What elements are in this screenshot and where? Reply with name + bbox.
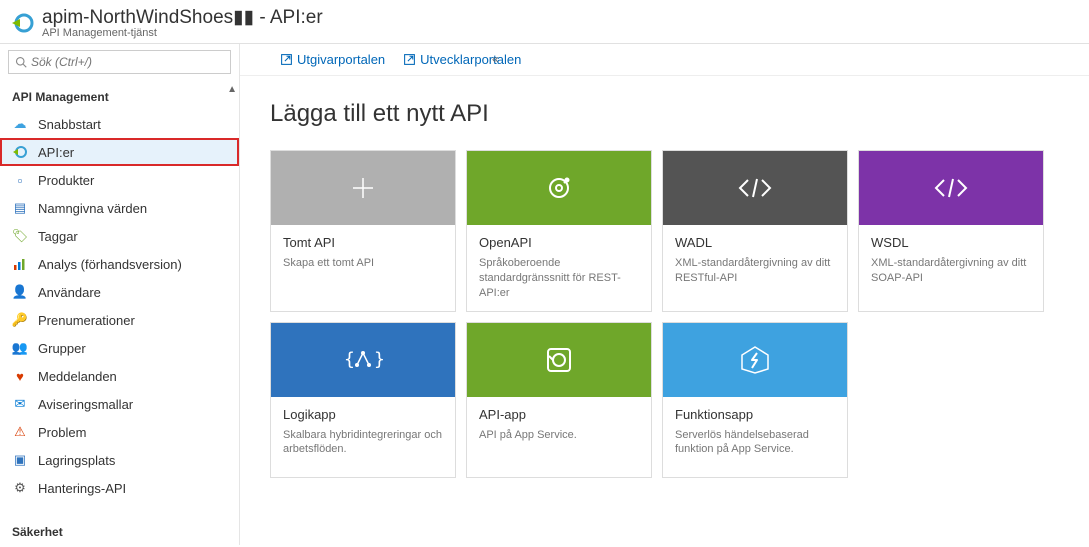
topbar: Utgivarportalen Utvecklarportalen <box>240 44 1089 76</box>
svg-text:{: { <box>344 349 355 370</box>
sidebar-item-lagringsplats[interactable]: ▣ Lagringsplats <box>0 446 239 474</box>
search-icon <box>15 56 27 68</box>
sidebar-item-label: Grupper <box>38 341 86 356</box>
toplink-label: Utvecklarportalen <box>420 52 521 67</box>
page-header-subtitle: API Management-tjänst <box>42 27 323 39</box>
sidebar-item-label: Lagringsplats <box>38 453 115 468</box>
sidebar-item-hanterings-api[interactable]: ⚙ Hanterings-API <box>0 474 239 502</box>
tile-title: WSDL <box>871 235 1031 250</box>
tag-icon: 🏷 <box>12 228 28 244</box>
tile-desc: Skalbara hybridintegreringar och arbetsf… <box>283 428 443 458</box>
function-app-icon <box>663 323 847 397</box>
tile-title: API-app <box>479 407 639 422</box>
warning-icon: ⚠ <box>12 424 28 440</box>
chart-icon <box>12 256 28 272</box>
page-header-title: apim-NorthWindShoes▮▮ - API:er <box>42 6 323 29</box>
link-utvecklarportalen[interactable]: Utvecklarportalen <box>403 52 521 67</box>
sidebar-item-label: Produkter <box>38 173 94 188</box>
sidebar: ▲ API Management ☁ Snabbstart API:er ▫ P… <box>0 44 240 545</box>
cloud-icon: ☁ <box>12 116 28 132</box>
tile-title: WADL <box>675 235 835 250</box>
sidebar-item-namngivna-varden[interactable]: ▤ Namngivna värden <box>0 194 239 222</box>
collapse-sidebar-icon[interactable]: « <box>492 52 499 66</box>
tile-api-app[interactable]: API-app API på App Service. <box>466 322 652 478</box>
sidebar-item-produkter[interactable]: ▫ Produkter <box>0 166 239 194</box>
svg-text:}: } <box>374 349 385 370</box>
sidebar-nav: ☁ Snabbstart API:er ▫ Produkter ▤ Namngi… <box>0 110 239 515</box>
scroll-up-icon[interactable]: ▲ <box>227 84 237 95</box>
sidebar-item-meddelanden[interactable]: ♥ Meddelanden <box>0 362 239 390</box>
tile-openapi[interactable]: OpenAPI Språkoberoende standardgränssnit… <box>466 150 652 312</box>
page-title: Lägga till ett nytt API <box>270 100 1059 128</box>
sidebar-item-label: Prenumerationer <box>38 313 135 328</box>
external-link-icon <box>280 53 293 66</box>
sidebar-section-api-management: API Management <box>0 80 239 110</box>
tile-tomt-api[interactable]: Tomt API Skapa ett tomt API <box>270 150 456 312</box>
heart-icon: ♥ <box>12 368 28 384</box>
tile-title: OpenAPI <box>479 235 639 250</box>
sidebar-item-label: Analys (förhandsversion) <box>38 257 182 272</box>
sidebar-item-analys[interactable]: Analys (förhandsversion) <box>0 250 239 278</box>
tile-wsdl[interactable]: WSDL XML-standardåtergivning av ditt SOA… <box>858 150 1044 312</box>
tile-title: Logikapp <box>283 407 443 422</box>
group-icon: 👥 <box>12 340 28 356</box>
storage-icon: ▣ <box>12 452 28 468</box>
sidebar-item-apier[interactable]: API:er <box>0 138 239 166</box>
tile-wadl[interactable]: WADL XML-standardåtergivning av ditt RES… <box>662 150 848 312</box>
toplink-label: Utgivarportalen <box>297 52 385 67</box>
sidebar-item-anvandare[interactable]: 👤 Användare <box>0 278 239 306</box>
sidebar-item-prenumerationer[interactable]: 🔑 Prenumerationer <box>0 306 239 334</box>
code-icon <box>663 151 847 225</box>
header: apim-NorthWindShoes▮▮ - API:er API Manag… <box>0 0 1089 44</box>
sidebar-item-label: Meddelanden <box>38 369 117 384</box>
box-icon: ▫ <box>12 172 28 188</box>
api-app-icon <box>467 323 651 397</box>
sidebar-item-label: Användare <box>38 285 101 300</box>
sidebar-item-taggar[interactable]: 🏷 Taggar <box>0 222 239 250</box>
list-icon: ▤ <box>12 200 28 216</box>
sidebar-item-label: Taggar <box>38 229 78 244</box>
sidebar-item-label: Problem <box>38 425 86 440</box>
key-icon: 🔑 <box>12 312 28 328</box>
sidebar-item-label: Aviseringsmallar <box>38 397 133 412</box>
mail-icon: ✉ <box>12 396 28 412</box>
tile-desc: Skapa ett tomt API <box>283 256 443 271</box>
api-icon <box>12 144 28 160</box>
tile-logikapp[interactable]: {} Logikapp Skalbara hybridintegreringar… <box>270 322 456 478</box>
sidebar-item-label: Snabbstart <box>38 117 101 132</box>
tile-desc: Språkoberoende standardgränssnitt för RE… <box>479 256 639 301</box>
tile-desc: API på App Service. <box>479 428 639 443</box>
tile-funktionsapp[interactable]: Funktionsapp Serverlös händelsebaserad f… <box>662 322 848 478</box>
main: « Utgivarportalen Utvecklarportalen Lägg… <box>240 44 1089 545</box>
tile-grid: Tomt API Skapa ett tomt API OpenAPI Språ… <box>270 150 1059 478</box>
tile-title: Funktionsapp <box>675 407 835 422</box>
service-logo-icon <box>10 10 36 36</box>
sidebar-section-sakerhet: Säkerhet <box>0 515 239 545</box>
tile-desc: XML-standardåtergivning av ditt RESTful-… <box>675 256 835 286</box>
sidebar-item-label: Hanterings-API <box>38 481 126 496</box>
link-utgivarportalen[interactable]: Utgivarportalen <box>280 52 385 67</box>
gear-icon: ⚙ <box>12 480 28 496</box>
plus-icon <box>271 151 455 225</box>
openapi-icon <box>467 151 651 225</box>
tile-title: Tomt API <box>283 235 443 250</box>
sidebar-item-grupper[interactable]: 👥 Grupper <box>0 334 239 362</box>
sidebar-item-snabbstart[interactable]: ☁ Snabbstart <box>0 110 239 138</box>
sidebar-item-label: Namngivna värden <box>38 201 147 216</box>
search-input[interactable] <box>31 55 224 69</box>
sidebar-item-label: API:er <box>38 145 74 160</box>
search-box[interactable] <box>8 50 231 74</box>
sidebar-item-problem[interactable]: ⚠ Problem <box>0 418 239 446</box>
code-icon <box>859 151 1043 225</box>
user-icon: 👤 <box>12 284 28 300</box>
external-link-icon <box>403 53 416 66</box>
tile-desc: Serverlös händelsebaserad funktion på Ap… <box>675 428 835 458</box>
sidebar-item-aviseringsmallar[interactable]: ✉ Aviseringsmallar <box>0 390 239 418</box>
tile-desc: XML-standardåtergivning av ditt SOAP-API <box>871 256 1031 286</box>
logic-app-icon: {} <box>271 323 455 397</box>
content-area: Lägga till ett nytt API Tomt API Skapa e… <box>240 76 1089 502</box>
